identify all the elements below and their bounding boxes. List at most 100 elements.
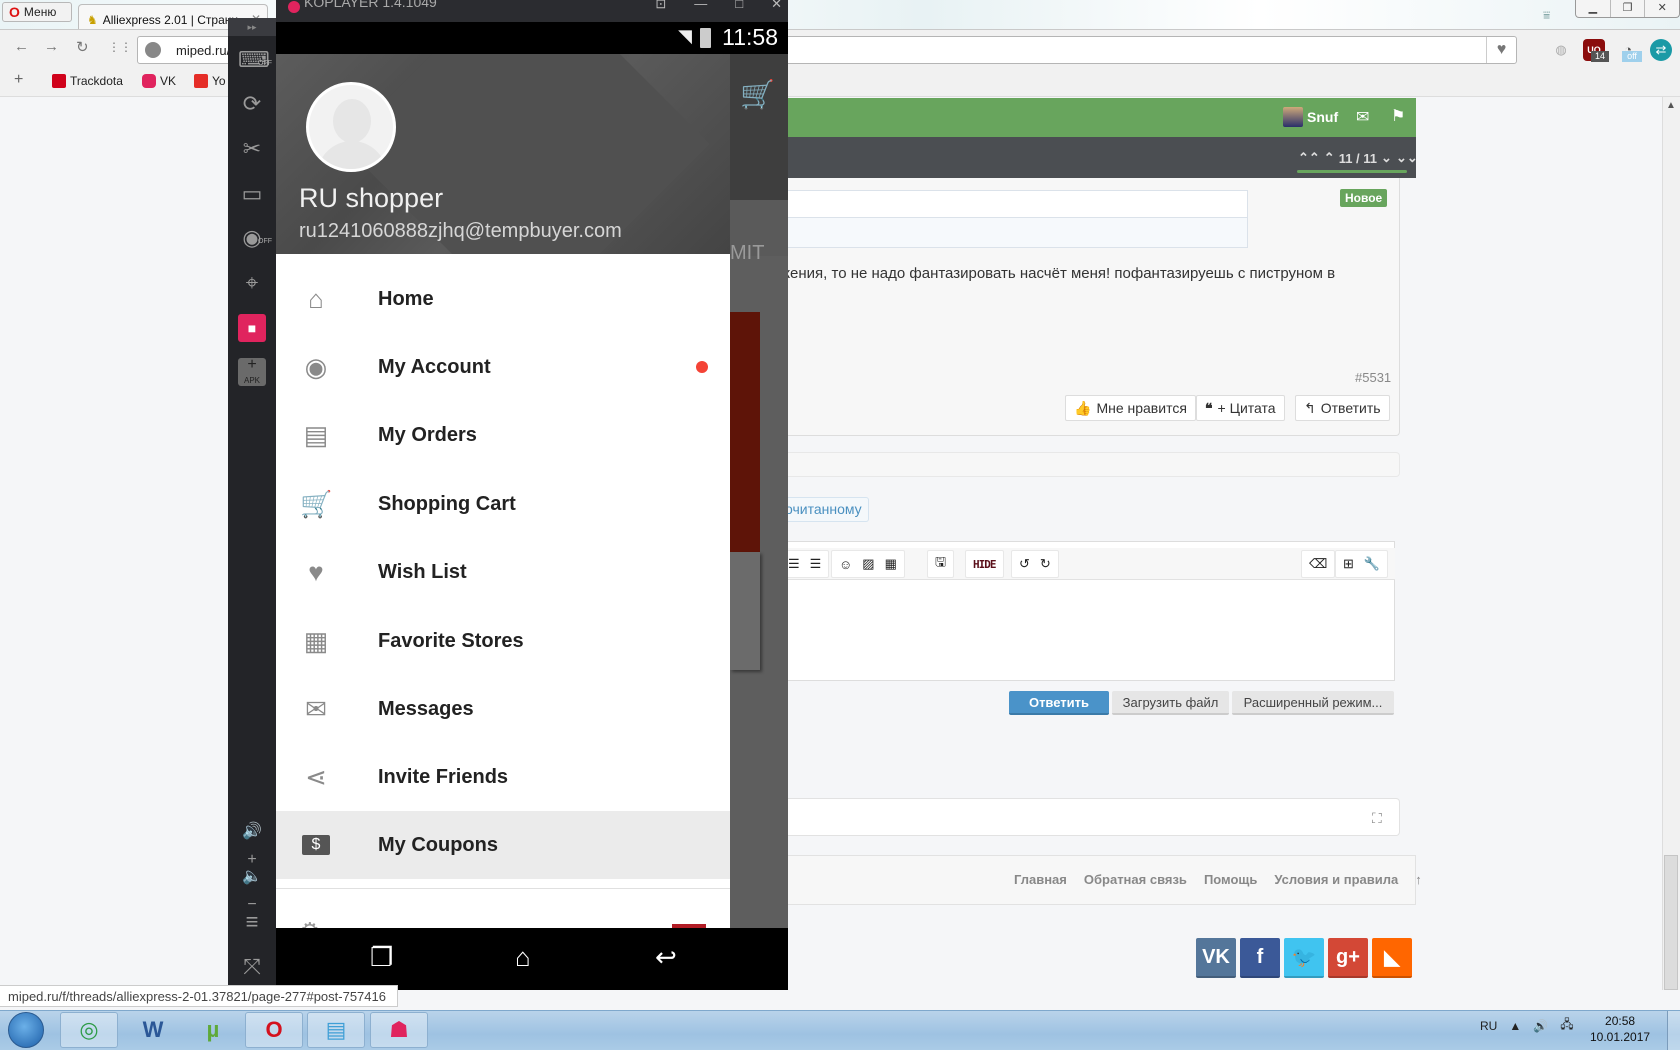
facebook-share-button[interactable]: f bbox=[1240, 938, 1280, 978]
network-icon[interactable]: 🖧 bbox=[1560, 1015, 1573, 1036]
profile-avatar[interactable] bbox=[306, 82, 396, 172]
site-info-icon[interactable] bbox=[145, 42, 161, 58]
menu-item-shopping-cart[interactable]: 🛒 Shopping Cart bbox=[276, 470, 730, 538]
reply-post-button[interactable]: ↰ Ответить bbox=[1295, 395, 1390, 421]
menu-item-wish-list[interactable]: ♥ Wish List bbox=[276, 538, 730, 606]
record-tool-icon[interactable]: ■ bbox=[238, 314, 266, 342]
bookmark-trackdota[interactable]: Trackdota bbox=[52, 74, 123, 88]
menu-item-my-orders[interactable]: ▤ My Orders bbox=[276, 401, 730, 469]
taskbar-opera[interactable]: O bbox=[245, 1012, 303, 1048]
opera-menu-button[interactable]: O Меню bbox=[2, 2, 72, 22]
recent-apps-icon[interactable]: ❐ bbox=[370, 942, 393, 973]
restore-button[interactable]: ❐ bbox=[1611, 0, 1646, 17]
emulator-pin-icon[interactable]: ⊡ bbox=[655, 0, 666, 12]
video-icon[interactable]: ▦ bbox=[885, 556, 897, 572]
bookmark-heart-icon[interactable]: ♥ bbox=[1486, 37, 1516, 63]
remove-format-icon[interactable]: ⌫ bbox=[1309, 556, 1327, 572]
footer-link-feedback[interactable]: Обратная связь bbox=[1084, 872, 1187, 887]
scrollbar-thumb[interactable] bbox=[1664, 855, 1678, 990]
like-button[interactable]: 👍 Мне нравится bbox=[1065, 395, 1196, 421]
back-button-icon[interactable]: ↩ bbox=[655, 942, 677, 973]
shared-folder-tool-icon[interactable]: ▭ bbox=[238, 180, 266, 208]
last-page-icon[interactable]: ⌄⌄ bbox=[1396, 150, 1418, 166]
first-page-icon[interactable]: ⌃⌃ bbox=[1298, 150, 1320, 166]
apk-install-icon[interactable]: + APK bbox=[238, 357, 266, 386]
language-indicator[interactable]: RU bbox=[1480, 1019, 1497, 1033]
menu-item-invite-friends[interactable]: ⋖ Invite Friends bbox=[276, 743, 730, 811]
start-button[interactable] bbox=[8, 1012, 44, 1048]
home-button-icon[interactable]: ⌂ bbox=[515, 942, 531, 973]
menu-item-my-account[interactable]: ◉ My Account bbox=[276, 333, 730, 401]
save-draft-icon[interactable]: 🖫 bbox=[935, 553, 946, 575]
add-bookmark-icon[interactable]: + bbox=[14, 71, 23, 89]
address-input[interactable]: miped.ru/ bbox=[176, 43, 230, 58]
tray-expand-icon[interactable]: ▲ bbox=[1509, 1019, 1521, 1033]
quote-button[interactable]: ❝ + Цитата bbox=[1196, 395, 1285, 421]
vk-share-button[interactable]: VK bbox=[1196, 938, 1236, 978]
sync-extension-icon[interactable]: ⇄ bbox=[1650, 39, 1672, 61]
minimize-button[interactable]: ▁ bbox=[1576, 0, 1611, 17]
next-page-icon[interactable]: ⌄ bbox=[1381, 150, 1392, 166]
undo-icon[interactable]: ↺ bbox=[1019, 556, 1030, 572]
keyboard-tool-icon[interactable]: ⌨ OFF bbox=[238, 46, 272, 74]
smiley-icon[interactable]: ☺ bbox=[839, 557, 852, 572]
alerts-flag-icon[interactable]: ⚑ bbox=[1391, 106, 1405, 126]
footer-link-terms[interactable]: Условия и правила bbox=[1274, 872, 1398, 887]
redo-icon[interactable]: ↻ bbox=[1040, 556, 1051, 572]
prev-page-icon[interactable]: ⌃ bbox=[1324, 150, 1335, 166]
volume-icon[interactable]: 🔊 bbox=[1533, 1019, 1548, 1033]
user-avatar[interactable] bbox=[1283, 107, 1303, 127]
upload-file-button[interactable]: Загрузить файл bbox=[1112, 691, 1229, 715]
emulator-maximize-icon[interactable]: □ bbox=[735, 0, 743, 12]
taskbar-chrome[interactable]: ◎ bbox=[60, 1012, 118, 1048]
rss-button[interactable]: ◣ bbox=[1372, 938, 1412, 978]
post-permalink[interactable]: #5531 bbox=[1355, 370, 1391, 385]
emulator-menu-icon[interactable]: ≡ bbox=[238, 908, 266, 936]
twitter-share-button[interactable]: 🐦 bbox=[1284, 938, 1324, 978]
camera-tool-icon[interactable]: ◉ OFF bbox=[238, 224, 272, 252]
rotate-tool-icon[interactable]: ⟳ bbox=[238, 90, 266, 118]
bookmark-vk[interactable]: VK bbox=[142, 74, 176, 88]
outdent-icon[interactable]: ☰ bbox=[788, 556, 800, 572]
menu-item-home[interactable]: ⌂ Home bbox=[276, 265, 730, 333]
taskbar-utorrent[interactable]: µ bbox=[184, 1012, 242, 1048]
menu-item-favorite-stores[interactable]: ▦ Favorite Stores bbox=[276, 607, 730, 675]
volume-down-icon[interactable]: 🔈− bbox=[238, 863, 266, 913]
close-window-button[interactable]: ✕ bbox=[1645, 0, 1679, 17]
bookmark-youtube[interactable]: Yo bbox=[194, 74, 226, 88]
footer-link-home[interactable]: Главная bbox=[1014, 872, 1067, 887]
indent-icon[interactable]: ☰ bbox=[810, 556, 822, 572]
advanced-mode-button[interactable]: Расширенный режим... bbox=[1232, 691, 1394, 715]
back-icon[interactable]: ← bbox=[14, 38, 29, 55]
footer-link-help[interactable]: Помощь bbox=[1204, 872, 1257, 887]
inbox-icon[interactable]: ✉ bbox=[1356, 107, 1369, 127]
expand-icon[interactable]: ⊞ bbox=[1343, 556, 1354, 572]
sitemap-icon[interactable]: ⛶ bbox=[1372, 810, 1382, 827]
google-plus-share-button[interactable]: g+ bbox=[1328, 938, 1368, 978]
menu-item-messages[interactable]: ✉ Messages bbox=[276, 675, 730, 743]
unread-link[interactable]: очитанному bbox=[780, 497, 869, 522]
scroll-top-icon[interactable]: ↑ bbox=[1415, 872, 1422, 887]
globe-extension-icon[interactable]: ◍ bbox=[1550, 39, 1572, 61]
username-link[interactable]: Snuf bbox=[1307, 109, 1338, 125]
emulator-close-icon[interactable]: ✕ bbox=[771, 0, 782, 12]
scroll-up-arrow[interactable]: ▲ bbox=[1666, 100, 1676, 111]
show-desktop-button[interactable] bbox=[1667, 1011, 1680, 1050]
menu-item-my-coupons[interactable]: $ My Coupons bbox=[276, 811, 730, 879]
emulator-minimize-icon[interactable]: — bbox=[694, 0, 707, 12]
fullscreen-icon[interactable]: ⤧ bbox=[238, 953, 266, 981]
submit-reply-button[interactable]: Ответить bbox=[1009, 691, 1109, 715]
location-tool-icon[interactable]: ⌖ bbox=[238, 269, 266, 297]
panel-toggle-icon[interactable]: ⩸ bbox=[1543, 8, 1557, 22]
collapse-sidebar-icon[interactable]: ▸▸ bbox=[228, 18, 276, 36]
taskbar-word[interactable]: W bbox=[124, 1012, 182, 1048]
taskbar-koplayer[interactable]: ☗ bbox=[370, 1012, 428, 1048]
taskbar-notepad[interactable]: ▤ bbox=[307, 1012, 365, 1048]
forward-icon[interactable]: → bbox=[44, 38, 59, 55]
settings-wrench-icon[interactable]: 🔧 bbox=[1364, 556, 1380, 572]
screenshot-tool-icon[interactable]: ✂ bbox=[238, 135, 266, 163]
volume-up-icon[interactable]: 🔊+ bbox=[238, 818, 266, 868]
image-icon[interactable]: ▨ bbox=[862, 556, 874, 572]
hide-bbcode-button[interactable]: HIDE bbox=[973, 558, 996, 571]
system-clock[interactable]: 20:58 10.01.2017 bbox=[1590, 1013, 1650, 1045]
